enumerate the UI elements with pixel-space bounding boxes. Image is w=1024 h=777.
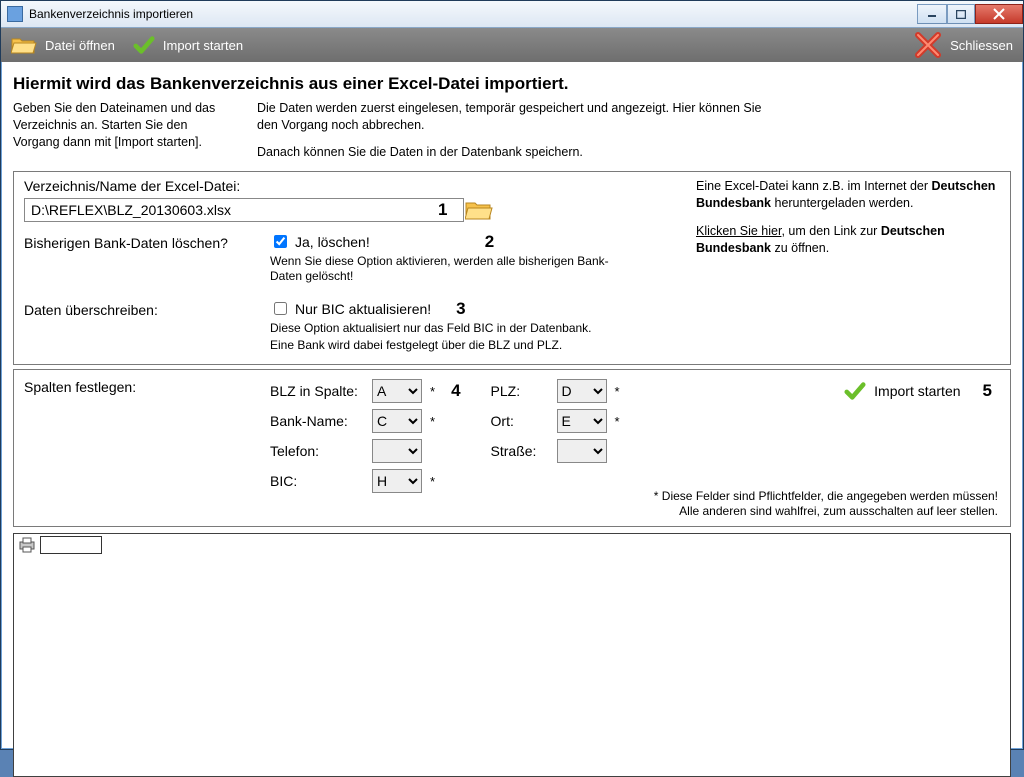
blz-column-select[interactable]: A xyxy=(372,379,422,403)
start-import-inline-label: Import starten xyxy=(874,383,960,399)
start-import-button[interactable]: Import starten xyxy=(133,34,243,56)
bankname-column-select[interactable]: C xyxy=(372,409,422,433)
results-area xyxy=(13,533,1011,777)
close-x-icon xyxy=(914,31,942,59)
ort-column-select[interactable]: E xyxy=(557,409,607,433)
browse-folder-icon[interactable] xyxy=(465,199,493,221)
start-import-label: Import starten xyxy=(163,38,243,53)
columns-panel: Import starten 5 Spalten festlegen: BLZ … xyxy=(13,369,1011,527)
delete-hint: Wenn Sie diese Option aktivieren, werden… xyxy=(270,254,610,285)
close-icon xyxy=(993,8,1005,20)
maximize-button[interactable] xyxy=(947,4,975,24)
minimize-button[interactable] xyxy=(917,4,947,24)
file-path-input[interactable] xyxy=(24,198,464,222)
printer-icon[interactable] xyxy=(18,537,36,553)
print-field[interactable] xyxy=(40,536,102,554)
check-icon xyxy=(133,34,155,56)
start-import-inline-button[interactable]: Import starten 5 xyxy=(844,380,992,402)
intro-right-1: Die Daten werden zuerst eingelesen, temp… xyxy=(257,100,777,134)
minimize-icon xyxy=(927,10,937,18)
delete-label: Bisherigen Bank-Daten löschen? xyxy=(24,232,270,251)
open-file-label: Datei öffnen xyxy=(45,38,115,53)
app-window: Bankenverzeichnis importieren Datei öffn… xyxy=(0,0,1024,750)
overwrite-checkbox[interactable] xyxy=(274,302,287,315)
badge-2: 2 xyxy=(485,232,494,252)
badge-4: 4 xyxy=(451,381,460,401)
required-note: * Diese Felder sind Pflichtfelder, die a… xyxy=(654,489,998,520)
file-options-panel: Eine Excel-Datei kann z.B. im Internet d… xyxy=(13,171,1011,365)
intro-right: Die Daten werden zuerst eingelesen, temp… xyxy=(257,100,777,161)
bic-column-select[interactable]: H xyxy=(372,469,422,493)
telefon-column-select[interactable] xyxy=(372,439,422,463)
bundesbank-link[interactable]: Klicken Sie hier xyxy=(696,224,781,238)
intro-left: Geben Sie den Dateinamen und das Verzeic… xyxy=(13,100,233,161)
window-close-button[interactable] xyxy=(975,4,1023,24)
intro-right-2: Danach können Sie die Daten in der Daten… xyxy=(257,144,777,161)
check-icon xyxy=(844,380,866,402)
strasse-column-select[interactable] xyxy=(557,439,607,463)
app-icon xyxy=(7,6,23,22)
columns-label: Spalten festlegen: xyxy=(24,376,270,395)
overwrite-cb-label: Nur BIC aktualisieren! xyxy=(295,301,431,317)
folder-open-icon xyxy=(11,35,37,55)
delete-checkbox[interactable] xyxy=(274,235,287,248)
close-button[interactable]: Schliessen xyxy=(914,31,1013,59)
badge-5: 5 xyxy=(983,381,992,401)
overwrite-hint1: Diese Option aktualisiert nur das Feld B… xyxy=(270,321,592,337)
maximize-icon xyxy=(956,10,966,19)
page-heading: Hiermit wird das Bankenverzeichnis aus e… xyxy=(13,74,1011,94)
close-label: Schliessen xyxy=(950,38,1013,53)
badge-1: 1 xyxy=(438,200,447,220)
badge-3: 3 xyxy=(456,299,465,319)
overwrite-hint2: Eine Bank wird dabei festgelegt über die… xyxy=(270,338,592,354)
open-file-button[interactable]: Datei öffnen xyxy=(11,35,115,55)
titlebar[interactable]: Bankenverzeichnis importieren xyxy=(1,1,1023,28)
overwrite-label: Daten überschreiben: xyxy=(24,299,270,318)
toolbar: Datei öffnen Import starten Schliessen xyxy=(1,28,1023,62)
plz-column-select[interactable]: D xyxy=(557,379,607,403)
delete-cb-label: Ja, löschen! xyxy=(295,234,370,250)
window-title: Bankenverzeichnis importieren xyxy=(29,7,193,21)
bundesbank-info: Eine Excel-Datei kann z.B. im Internet d… xyxy=(696,178,996,258)
